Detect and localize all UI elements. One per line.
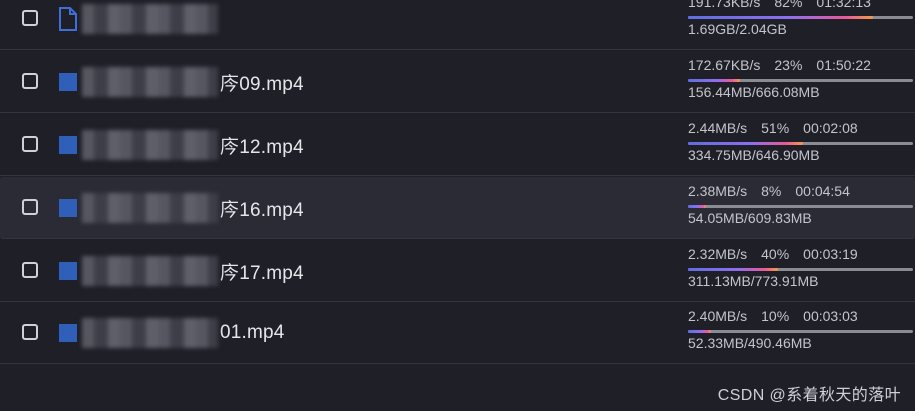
download-size: 52.33MB/490.46MB <box>688 335 812 351</box>
progress-bar <box>688 205 913 208</box>
download-eta: 00:04:54 <box>795 183 850 199</box>
download-row[interactable]: 191.73KB/s 82% 01:32:13 1.69GB/2.04GB <box>0 0 915 50</box>
redacted-filename <box>82 67 218 97</box>
download-percent: 10% <box>761 308 790 324</box>
file-name-area: 庈17.mp4 <box>58 254 304 288</box>
download-size: 311.13MB/773.91MB <box>688 273 819 289</box>
row-checkbox[interactable] <box>22 324 38 340</box>
download-row[interactable]: 庈12.mp4 2.44MB/s 51% 00:02:08 334.75MB/646… <box>0 114 915 176</box>
row-checkbox[interactable] <box>22 136 38 152</box>
progress-fill <box>688 79 740 82</box>
download-percent: 82% <box>774 0 803 10</box>
file-name-area: 庈16.mp4 <box>58 191 304 225</box>
download-eta: 00:03:03 <box>803 308 858 324</box>
file-name-area: 庈12.mp4 <box>58 128 304 162</box>
download-size: 1.69GB/2.04GB <box>688 21 787 37</box>
file-name: 01.mp4 <box>220 322 285 343</box>
download-size: 334.75MB/646.90MB <box>688 147 820 163</box>
download-stats: 2.40MB/s 10% 00:03:03 52.33MB/490.46MB <box>688 302 913 364</box>
file-name: 庈16.mp4 <box>220 199 304 221</box>
download-list: 191.73KB/s 82% 01:32:13 1.69GB/2.04GB 庈09.… <box>0 0 915 411</box>
file-name-area: 01.mp4 <box>58 316 285 350</box>
progress-fill <box>688 330 711 333</box>
speed-line: 2.40MB/s 10% 00:03:03 <box>688 308 858 324</box>
redacted-filename <box>82 4 218 34</box>
download-size: 54.05MB/609.83MB <box>688 210 812 226</box>
download-size: 156.44MB/666.08MB <box>688 84 820 100</box>
file-name-area <box>58 2 220 36</box>
download-speed: 2.40MB/s <box>688 308 748 324</box>
download-percent: 51% <box>761 120 790 136</box>
download-eta: 00:03:19 <box>803 246 858 262</box>
file-name: 庈12.mp4 <box>220 136 304 158</box>
download-eta: 01:32:13 <box>816 0 871 10</box>
file-icon <box>58 7 78 31</box>
progress-bar <box>688 142 913 145</box>
download-speed: 191.73KB/s <box>688 0 761 10</box>
row-checkbox[interactable] <box>22 199 38 215</box>
download-stats: 2.38MB/s 8% 00:04:54 54.05MB/609.83MB <box>688 177 913 239</box>
download-speed: 2.44MB/s <box>688 120 748 136</box>
download-eta: 01:50:22 <box>816 57 871 73</box>
progress-fill <box>688 142 803 145</box>
download-eta: 00:02:08 <box>803 120 858 136</box>
speed-line: 2.44MB/s 51% 00:02:08 <box>688 120 858 136</box>
download-row[interactable]: 庈09.mp4 172.67KB/s 23% 01:50:22 156.44MB/6… <box>0 51 915 113</box>
download-percent: 8% <box>761 183 782 199</box>
file-icon <box>58 259 78 283</box>
row-checkbox[interactable] <box>22 73 38 89</box>
file-icon <box>58 196 78 220</box>
speed-line: 2.38MB/s 8% 00:04:54 <box>688 183 850 199</box>
speed-line: 172.67KB/s 23% 01:50:22 <box>688 57 871 73</box>
download-stats: 2.32MB/s 40% 00:03:19 311.13MB/773.91MB <box>688 240 913 302</box>
download-stats: 191.73KB/s 82% 01:32:13 1.69GB/2.04GB <box>688 0 913 50</box>
progress-bar <box>688 268 913 271</box>
download-speed: 2.32MB/s <box>688 246 748 262</box>
progress-fill <box>688 205 706 208</box>
download-row[interactable]: 庈16.mp4 2.38MB/s 8% 00:04:54 54.05MB/609.8… <box>0 177 915 239</box>
progress-fill <box>688 268 778 271</box>
watermark: CSDN @系着秋天的落叶 <box>717 387 901 404</box>
download-row[interactable]: 01.mp4 2.40MB/s 10% 00:03:03 52.33MB/490.4… <box>0 302 915 364</box>
redacted-filename <box>82 256 218 286</box>
file-name-area: 庈09.mp4 <box>58 65 304 99</box>
file-icon <box>58 70 78 94</box>
redacted-filename <box>82 193 218 223</box>
download-speed: 172.67KB/s <box>688 57 761 73</box>
download-percent: 40% <box>761 246 790 262</box>
row-checkbox[interactable] <box>22 262 38 278</box>
speed-line: 191.73KB/s 82% 01:32:13 <box>688 0 871 10</box>
download-stats: 172.67KB/s 23% 01:50:22 156.44MB/666.08MB <box>688 51 913 113</box>
download-stats: 2.44MB/s 51% 00:02:08 334.75MB/646.90MB <box>688 114 913 176</box>
progress-bar <box>688 16 913 19</box>
download-speed: 2.38MB/s <box>688 183 748 199</box>
progress-bar <box>688 79 913 82</box>
file-icon <box>58 133 78 157</box>
progress-bar <box>688 330 913 333</box>
file-icon <box>58 321 78 345</box>
download-percent: 23% <box>774 57 803 73</box>
speed-line: 2.32MB/s 40% 00:03:19 <box>688 246 858 262</box>
download-row[interactable]: 庈17.mp4 2.32MB/s 40% 00:03:19 311.13MB/773… <box>0 240 915 302</box>
file-name: 庈09.mp4 <box>220 73 304 95</box>
progress-fill <box>688 16 873 19</box>
row-checkbox[interactable] <box>22 10 38 26</box>
redacted-filename <box>82 130 218 160</box>
redacted-filename <box>82 318 218 348</box>
file-name: 庈17.mp4 <box>220 262 304 284</box>
